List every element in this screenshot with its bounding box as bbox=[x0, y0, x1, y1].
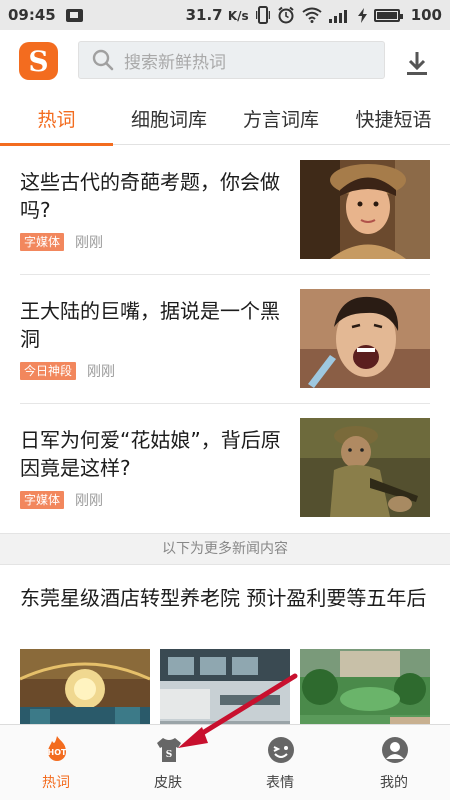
news-item[interactable]: 这些古代的奇葩考题，你会做吗? 字媒体 刚刚 bbox=[0, 146, 450, 275]
sogou-logo: S bbox=[19, 42, 58, 80]
app-screen: 09:45 31.7 K/s 100 S 搜索新鲜热词 热词 细胞词库 方言词库… bbox=[0, 0, 450, 800]
source-tag: 字媒体 bbox=[20, 233, 65, 251]
tab-dialect-lexicon[interactable]: 方言词库 bbox=[225, 98, 337, 144]
download-icon[interactable] bbox=[402, 48, 432, 78]
nav-label: 皮肤 bbox=[154, 775, 182, 791]
news-meta: 字媒体 刚刚 bbox=[20, 490, 103, 510]
status-right: 31.7 K/s 100 bbox=[186, 6, 442, 24]
tab-quick-phrases[interactable]: 快捷短语 bbox=[337, 98, 450, 144]
skin-badge-text: S bbox=[166, 750, 173, 760]
news-thumbnail bbox=[300, 418, 430, 517]
source-tag: 字媒体 bbox=[20, 491, 65, 509]
profile-icon bbox=[382, 737, 408, 763]
tab-cell-lexicon[interactable]: 细胞词库 bbox=[113, 98, 225, 144]
nav-emoji[interactable]: 表情 bbox=[224, 725, 336, 800]
tab-hot-words[interactable]: 热词 bbox=[0, 98, 113, 144]
app-header: S 搜索新鲜热词 bbox=[0, 30, 450, 92]
feature-title[interactable]: 东莞星级酒店转型养老院 预计盈利要等五年后 bbox=[20, 584, 435, 612]
wifi-icon bbox=[302, 7, 322, 23]
nav-skin[interactable]: S 皮肤 bbox=[112, 725, 224, 800]
alarm-icon bbox=[278, 6, 294, 24]
emoji-face-icon bbox=[268, 737, 294, 763]
news-time: 刚刚 bbox=[87, 364, 116, 380]
notification-icon bbox=[65, 8, 83, 22]
news-title: 日军为何爱“花姑娘”，背后原因竟是这样? bbox=[20, 428, 281, 480]
news-item[interactable]: 日军为何爱“花姑娘”，背后原因竟是这样? 字媒体 刚刚 bbox=[0, 404, 450, 533]
search-bar[interactable]: 搜索新鲜热词 bbox=[78, 41, 385, 79]
bottom-navigation: HOT 热词 S 皮肤 表情 我的 bbox=[0, 724, 450, 800]
skin-shirt-icon: S bbox=[157, 738, 181, 762]
network-speed: 31.7 K/s bbox=[185, 6, 249, 24]
nav-label: 热词 bbox=[42, 775, 70, 791]
news-thumbnail bbox=[300, 160, 430, 259]
nav-hot-words[interactable]: HOT 热词 bbox=[0, 725, 112, 800]
status-time: 09:45 bbox=[8, 6, 56, 24]
feature-image-3[interactable] bbox=[300, 649, 430, 731]
news-time: 刚刚 bbox=[75, 493, 104, 509]
battery-icon bbox=[373, 8, 403, 22]
tab-bar: 热词 细胞词库 方言词库 快捷短语 bbox=[0, 98, 450, 145]
hot-badge-text: HOT bbox=[48, 748, 67, 757]
news-item[interactable]: 王大陆的巨嘴，据说是一个黑洞 今日神段 刚刚 bbox=[0, 275, 450, 404]
news-title: 这些古代的奇葩考题，你会做吗? bbox=[20, 170, 280, 222]
nav-label: 我的 bbox=[380, 775, 408, 791]
more-news-label: 以下为更多新闻内容 bbox=[0, 533, 450, 565]
news-title: 王大陆的巨嘴，据说是一个黑洞 bbox=[20, 299, 280, 351]
news-meta: 今日神段 刚刚 bbox=[20, 361, 115, 381]
source-tag: 今日神段 bbox=[20, 362, 77, 380]
hot-icon: HOT bbox=[48, 736, 67, 761]
signal-icon bbox=[328, 9, 347, 23]
news-thumbnail bbox=[300, 289, 430, 388]
nav-label: 表情 bbox=[266, 775, 294, 791]
nav-profile[interactable]: 我的 bbox=[338, 725, 450, 800]
news-meta: 字媒体 刚刚 bbox=[20, 232, 103, 252]
search-icon bbox=[92, 49, 114, 71]
status-bar: 09:45 31.7 K/s 100 bbox=[0, 0, 450, 30]
feature-image-1[interactable] bbox=[20, 649, 150, 731]
charging-icon bbox=[357, 7, 367, 23]
battery-percent: 100 bbox=[410, 6, 442, 24]
vibrate-icon bbox=[255, 6, 270, 24]
feature-image-2[interactable] bbox=[160, 649, 290, 731]
news-time: 刚刚 bbox=[75, 235, 104, 251]
search-placeholder: 搜索新鲜热词 bbox=[124, 52, 226, 73]
